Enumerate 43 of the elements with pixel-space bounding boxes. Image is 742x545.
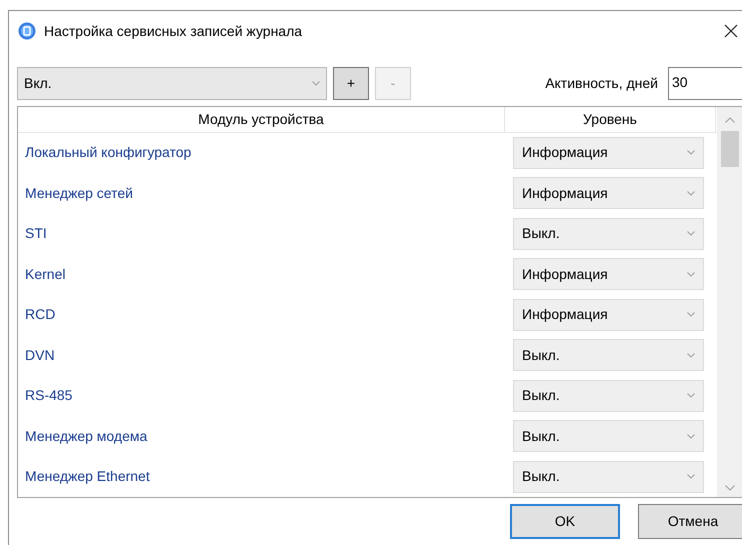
add-button[interactable]: + — [333, 66, 369, 100]
chevron-down-icon — [312, 80, 320, 86]
module-name: Менеджер модема — [24, 426, 148, 446]
chevron-down-icon — [687, 393, 695, 398]
level-dropdown[interactable]: Информация — [513, 177, 704, 210]
mode-dropdown[interactable]: Вкл. — [17, 66, 327, 100]
module-name: Локальный конфигуратор — [24, 143, 192, 162]
level-dropdown[interactable]: Информация — [513, 258, 704, 290]
app-icon — [18, 22, 36, 40]
module-name: STI — [24, 224, 48, 244]
chevron-down-icon — [687, 352, 695, 358]
module-name: RS-485 — [24, 386, 74, 406]
level-dropdown[interactable]: Выкл. — [513, 339, 704, 372]
scrollbar[interactable] — [717, 107, 742, 497]
column-header[interactable]: Модуль устройства — [18, 107, 505, 132]
ok-button[interactable]: OK — [510, 504, 620, 539]
cancel-button[interactable]: Отмена — [638, 504, 742, 539]
chevron-down-icon — [687, 231, 695, 236]
level-dropdown[interactable]: Информация — [513, 136, 704, 169]
module-name: DVN — [24, 346, 56, 365]
activity-label: Активность, дней — [545, 74, 658, 93]
activity-days-field[interactable]: 30 — [668, 66, 742, 100]
chevron-down-icon — [687, 312, 695, 318]
level-dropdown[interactable]: Выкл. — [513, 460, 704, 493]
scrollbar-thumb[interactable] — [721, 131, 739, 167]
module-name: Kernel — [24, 264, 66, 284]
chevron-down-icon — [687, 434, 695, 439]
module-name: Менеджер Ethernet — [24, 467, 151, 486]
window-title: Настройка сервисных записей журнала — [44, 22, 302, 41]
level-dropdown[interactable]: Информация — [513, 298, 704, 331]
chevron-down-icon — [687, 272, 695, 277]
scroll-up-icon[interactable] — [725, 117, 735, 123]
level-dropdown[interactable]: Выкл. — [513, 420, 704, 452]
close-icon[interactable] — [724, 24, 738, 38]
level-dropdown[interactable]: Выкл. — [513, 218, 704, 250]
chevron-down-icon — [687, 190, 695, 196]
chevron-down-icon — [687, 150, 695, 156]
scroll-down-icon[interactable] — [725, 485, 735, 491]
module-name: RCD — [24, 305, 56, 324]
level-dropdown[interactable]: Выкл. — [513, 380, 704, 412]
chevron-down-icon — [687, 474, 695, 480]
module-name: Менеджер сетей — [24, 184, 134, 203]
column-header[interactable]: Уровень — [505, 107, 716, 132]
